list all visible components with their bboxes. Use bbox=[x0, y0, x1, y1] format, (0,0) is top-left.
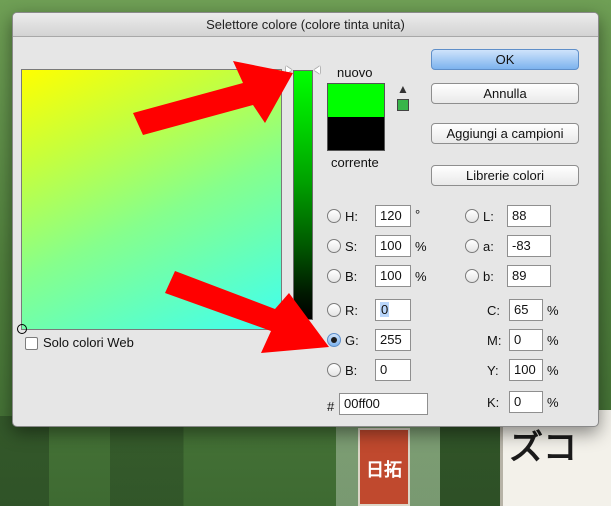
radio-b-rgb[interactable] bbox=[327, 363, 341, 377]
r-input[interactable]: 0 bbox=[375, 299, 411, 321]
annulla-button[interactable]: Annulla bbox=[431, 83, 579, 104]
l-input[interactable]: 88 bbox=[507, 205, 551, 227]
c-input[interactable]: 65 bbox=[509, 299, 543, 321]
background-sign-text: 日拓 bbox=[366, 460, 402, 481]
unit-k: % bbox=[547, 395, 559, 410]
b-lab-input[interactable]: 89 bbox=[507, 265, 551, 287]
web-safe-swatch-icon[interactable] bbox=[397, 99, 409, 111]
label-corrente: corrente bbox=[331, 155, 379, 170]
a-input[interactable]: -83 bbox=[507, 235, 551, 257]
solo-colori-web-checkbox[interactable] bbox=[25, 337, 38, 350]
aggiungi-a-campioni-button[interactable]: Aggiungi a campioni bbox=[431, 123, 579, 144]
radio-b-lab[interactable] bbox=[465, 269, 479, 283]
label-a: a: bbox=[483, 239, 494, 254]
background-board-text: ズコ bbox=[509, 428, 577, 468]
radio-l[interactable] bbox=[465, 209, 479, 223]
y-input[interactable]: 100 bbox=[509, 359, 543, 381]
h-input[interactable]: 120 bbox=[375, 205, 411, 227]
unit-b-hsb: % bbox=[415, 269, 427, 284]
color-picker-dialog: Selettore colore (colore tinta unita) nu… bbox=[12, 12, 599, 427]
label-b-lab: b: bbox=[483, 269, 494, 284]
label-h: H: bbox=[345, 209, 358, 224]
unit-y: % bbox=[547, 363, 559, 378]
m-input[interactable]: 0 bbox=[509, 329, 543, 351]
label-nuovo: nuovo bbox=[337, 65, 373, 80]
warning-icon[interactable]: ▲ bbox=[397, 83, 409, 95]
solo-colori-web-label: Solo colori Web bbox=[43, 335, 134, 350]
b-hsb-input[interactable]: 100 bbox=[375, 265, 411, 287]
r-input-value: 0 bbox=[380, 302, 390, 317]
label-s: S: bbox=[345, 239, 358, 254]
label-b-hsb: B: bbox=[345, 269, 358, 284]
b-rgb-input[interactable]: 0 bbox=[375, 359, 411, 381]
dialog-title: Selettore colore (colore tinta unita) bbox=[13, 13, 598, 37]
unit-s: % bbox=[415, 239, 427, 254]
unit-c: % bbox=[547, 303, 559, 318]
k-input[interactable]: 0 bbox=[509, 391, 543, 413]
red-arrow-top-shape bbox=[133, 61, 293, 135]
radio-h[interactable] bbox=[327, 209, 341, 223]
librerie-colori-button[interactable]: Librerie colori bbox=[431, 165, 579, 186]
unit-h: ° bbox=[415, 207, 421, 222]
label-g: G: bbox=[345, 333, 359, 348]
label-c: C: bbox=[487, 303, 500, 318]
radio-a[interactable] bbox=[465, 239, 479, 253]
new-color-swatch[interactable] bbox=[327, 83, 385, 117]
label-m: M: bbox=[487, 333, 502, 348]
red-arrow-bottom bbox=[165, 271, 329, 353]
label-y: Y: bbox=[487, 363, 499, 378]
g-input[interactable]: 255 bbox=[375, 329, 411, 351]
label-k: K: bbox=[487, 395, 500, 410]
label-l: L: bbox=[483, 209, 494, 224]
radio-s[interactable] bbox=[327, 239, 341, 253]
hex-label: # bbox=[327, 399, 335, 414]
hex-input[interactable]: 00ff00 bbox=[339, 393, 428, 415]
unit-m: % bbox=[547, 333, 559, 348]
ok-button[interactable]: OK bbox=[431, 49, 579, 70]
current-color-swatch[interactable] bbox=[327, 117, 385, 151]
color-field-cursor[interactable] bbox=[17, 324, 27, 334]
label-b-rgb: B: bbox=[345, 363, 358, 378]
red-arrow-bottom-shape bbox=[165, 271, 329, 353]
red-arrow-top bbox=[133, 61, 293, 135]
background-sign: 日拓 bbox=[358, 428, 410, 506]
label-r: R: bbox=[345, 303, 358, 318]
s-input[interactable]: 100 bbox=[375, 235, 411, 257]
